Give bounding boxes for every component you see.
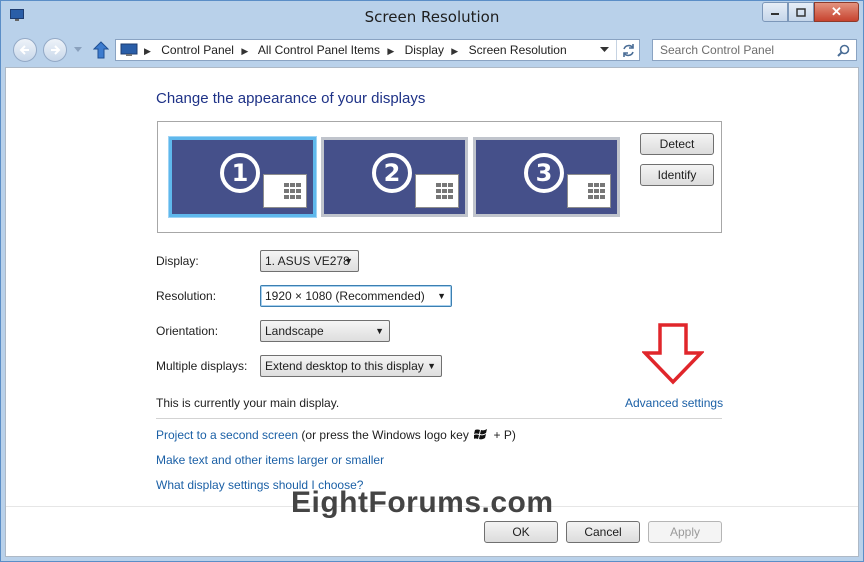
multiple-displays-label: Multiple displays: [156, 359, 248, 373]
close-button[interactable]: ✕ [814, 2, 859, 22]
monitor-number: 2 [372, 153, 412, 193]
maximize-button[interactable] [788, 2, 814, 22]
search-icon[interactable] [837, 44, 850, 57]
monitor-3[interactable]: 3 [473, 137, 620, 217]
address-divider [616, 40, 617, 60]
text-size-link[interactable]: Make text and other items larger or smal… [156, 453, 384, 467]
chevron-down-icon: ▼ [427, 361, 436, 371]
watermark-part3: .com [481, 486, 554, 519]
breadcrumb-separator-icon[interactable]: ▶ [451, 46, 458, 56]
back-arrow-icon [19, 45, 29, 55]
multiple-displays-select-value: Extend desktop to this display [265, 359, 424, 373]
display-label: Display: [156, 254, 199, 268]
monitor-grid-icon [415, 174, 459, 208]
resolution-label: Resolution: [156, 289, 217, 303]
watermark-part1: Eight [291, 486, 369, 519]
cancel-button[interactable]: Cancel [566, 521, 640, 543]
windows-logo-icon [473, 429, 488, 440]
monitor-1[interactable]: 1 [169, 137, 316, 217]
project-row: Project to a second screen (or press the… [156, 428, 516, 442]
project-link[interactable]: Project to a second screen [156, 428, 298, 442]
breadcrumb: ▶ Control Panel ▶ All Control Panel Item… [144, 43, 571, 57]
down-arrow-annotation-icon [642, 323, 704, 385]
project-suffix-text: (or press the Windows logo key [301, 428, 469, 442]
window-title: Screen Resolution [364, 8, 500, 26]
monitor-2[interactable]: 2 [321, 137, 468, 217]
breadcrumb-item[interactable]: Control Panel [161, 43, 234, 57]
advanced-settings-link[interactable]: Advanced settings [625, 396, 723, 410]
recent-pages-dropdown-icon[interactable] [74, 47, 82, 53]
monitor-number: 3 [524, 153, 564, 193]
monitor-grid-icon [263, 174, 307, 208]
chevron-down-icon: ▼ [437, 291, 446, 301]
orientation-select[interactable]: Landscape ▼ [260, 320, 390, 342]
display-select[interactable]: 1. ASUS VE278 ▼ [260, 250, 359, 272]
search-box[interactable]: Search Control Panel [652, 39, 857, 61]
section-divider [156, 418, 722, 419]
minimize-button[interactable] [762, 2, 788, 22]
watermark-logo: EightForums.com [291, 486, 554, 520]
watermark-part2: Forums [368, 486, 482, 519]
back-button[interactable] [13, 38, 37, 62]
minimize-icon [771, 13, 779, 15]
identify-button[interactable]: Identify [640, 164, 714, 186]
ok-button[interactable]: OK [484, 521, 558, 543]
detect-button[interactable]: Detect [640, 133, 714, 155]
monitor-arrangement: 1 2 3 Detect Identify [157, 121, 722, 233]
breadcrumb-item[interactable]: Screen Resolution [469, 43, 567, 57]
breadcrumb-separator-icon: ▶ [144, 46, 151, 56]
page-title: Change the appearance of your displays [156, 90, 426, 107]
main-display-text: This is currently your main display. [156, 396, 340, 410]
breadcrumb-separator-icon[interactable]: ▶ [387, 46, 394, 56]
apply-button[interactable]: Apply [648, 521, 722, 543]
refresh-icon[interactable] [621, 43, 636, 58]
project-key-text: + P) [493, 428, 516, 442]
title-bar: Screen Resolution ✕ [1, 1, 863, 33]
resolution-select[interactable]: 1920 × 1080 (Recommended) ▼ [260, 285, 452, 307]
control-panel-icon [120, 43, 138, 56]
forward-arrow-icon [51, 45, 61, 55]
navigation-bar: ▶ Control Panel ▶ All Control Panel Item… [1, 35, 863, 65]
breadcrumb-item[interactable]: Display [405, 43, 444, 57]
address-dropdown-icon[interactable] [600, 47, 609, 53]
resolution-select-value: 1920 × 1080 (Recommended) [265, 289, 425, 303]
content-pane: Change the appearance of your displays 1… [5, 67, 859, 557]
screen-resolution-window: Screen Resolution ✕ ▶ Control Panel ▶ Al… [0, 0, 864, 562]
up-arrow-icon[interactable] [93, 41, 109, 59]
maximize-icon [796, 7, 806, 17]
orientation-select-value: Landscape [265, 324, 324, 338]
multiple-displays-select[interactable]: Extend desktop to this display ▼ [260, 355, 442, 377]
forward-button[interactable] [43, 38, 67, 62]
display-select-value: 1. ASUS VE278 [265, 254, 350, 268]
monitor-number: 1 [220, 153, 260, 193]
orientation-label: Orientation: [156, 324, 219, 338]
monitor-grid-icon [567, 174, 611, 208]
close-icon: ✕ [831, 4, 842, 19]
breadcrumb-item[interactable]: All Control Panel Items [258, 43, 380, 57]
chevron-down-icon: ▼ [344, 256, 353, 266]
search-placeholder: Search Control Panel [660, 43, 775, 57]
chevron-down-icon: ▼ [375, 326, 384, 336]
breadcrumb-separator-icon[interactable]: ▶ [241, 46, 248, 56]
address-bar[interactable]: ▶ Control Panel ▶ All Control Panel Item… [115, 39, 640, 61]
